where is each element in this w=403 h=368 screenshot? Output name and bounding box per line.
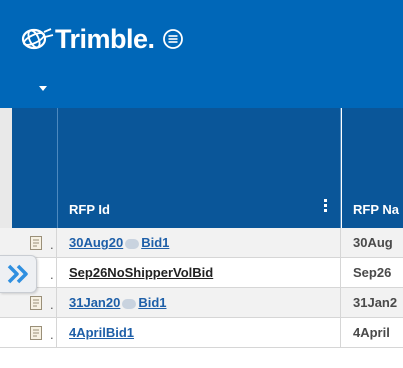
- redacted-mark: [122, 298, 137, 309]
- brand-logo[interactable]: Trimble.: [20, 22, 184, 56]
- rfp-id-end: Bid1: [138, 295, 167, 310]
- row-actions-cell: .: [0, 228, 57, 257]
- redacted-mark: [125, 238, 140, 249]
- cell-rfp-id: 30Aug20 Bid1: [58, 228, 341, 257]
- expand-panel-button[interactable]: [0, 255, 37, 293]
- table-row[interactable]: . 31Jan20 Bid1 31Jan2: [0, 288, 403, 318]
- grid-header-actions: [12, 108, 58, 228]
- row-marker: .: [50, 237, 54, 252]
- rfp-id-link[interactable]: 30Aug20 Bid1: [69, 235, 169, 250]
- rfp-id-end: Bid1: [141, 235, 170, 250]
- rfp-id-start: 4AprilBid1: [69, 325, 135, 340]
- rfp-name-text: Sep26: [353, 265, 392, 280]
- table-row[interactable]: . 30Aug20 Bid1 30Aug: [0, 228, 403, 258]
- trimble-globe-icon: [21, 28, 54, 50]
- row-actions-cell: .: [0, 318, 57, 347]
- column-label-rfp-id: RFP Id: [69, 202, 110, 217]
- app-page: Trimble. RFP Id RFP Na . 30Aug20 Bid1 30…: [0, 0, 403, 368]
- cell-rfp-id: 31Jan20 Bid1: [58, 288, 341, 317]
- column-header-rfp-id[interactable]: RFP Id: [58, 108, 341, 228]
- table-row[interactable]: . Sep26NoShipperVolBid Sep26: [0, 258, 403, 288]
- rfp-id-link[interactable]: 4AprilBid1: [69, 325, 134, 340]
- document-icon[interactable]: [29, 235, 43, 251]
- row-marker: .: [50, 267, 54, 282]
- rfp-id-start: Sep26NoShipperVolBid: [69, 265, 214, 280]
- document-icon[interactable]: [29, 295, 43, 311]
- cell-rfp-id: Sep26NoShipperVolBid: [58, 258, 341, 287]
- kebab-icon[interactable]: [324, 199, 328, 215]
- rfp-id-start: 31Jan20: [69, 295, 121, 310]
- cell-rfp-id: 4AprilBid1: [58, 318, 341, 347]
- rfp-id-link[interactable]: Sep26NoShipperVolBid: [69, 265, 213, 280]
- column-label-rfp-name: RFP Na: [353, 202, 399, 217]
- document-icon[interactable]: [29, 325, 43, 341]
- cell-rfp-name: Sep26: [342, 258, 403, 287]
- menu-list-icon[interactable]: [162, 28, 184, 50]
- row-marker: .: [50, 327, 54, 342]
- rfp-name-text: 4April: [353, 325, 390, 340]
- column-header-rfp-name[interactable]: RFP Na: [342, 108, 403, 228]
- cell-rfp-name: 4April: [342, 318, 403, 347]
- app-header: Trimble.: [0, 0, 403, 108]
- rfp-grid: RFP Id RFP Na . 30Aug20 Bid1 30Aug . Sep…: [0, 108, 403, 368]
- grid-edge: [0, 108, 12, 228]
- rfp-name-text: 30Aug: [353, 235, 393, 250]
- table-row[interactable]: . 4AprilBid1 4April: [0, 318, 403, 348]
- cell-rfp-name: 31Jan2: [342, 288, 403, 317]
- row-marker: .: [50, 297, 54, 312]
- rfp-name-text: 31Jan2: [353, 295, 398, 310]
- rfp-id-link[interactable]: 31Jan20 Bid1: [69, 295, 167, 310]
- rfp-id-start: 30Aug20: [69, 235, 124, 250]
- cell-rfp-name: 30Aug: [342, 228, 403, 257]
- brand-name: Trimble.: [55, 23, 155, 54]
- caret-down-icon[interactable]: [36, 82, 50, 94]
- double-chevron-right-icon: [7, 264, 28, 284]
